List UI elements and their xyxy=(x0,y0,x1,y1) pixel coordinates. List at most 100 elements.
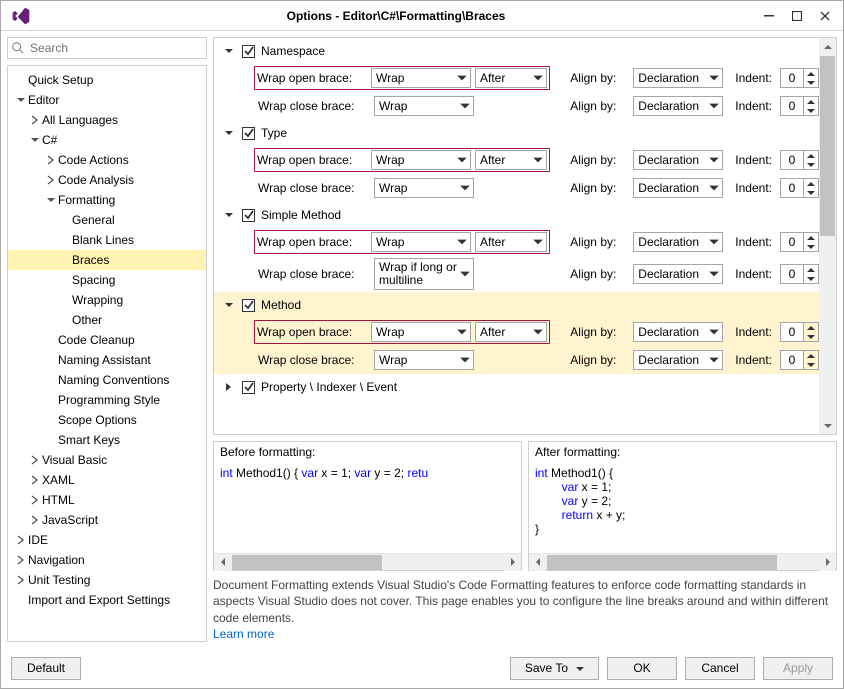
spin-up-icon[interactable] xyxy=(804,69,818,78)
tree-item-naming-conventions[interactable]: Naming Conventions xyxy=(8,370,206,390)
tree-item-code-actions[interactable]: Code Actions xyxy=(8,150,206,170)
wrap-close-dropdown[interactable]: Wrap xyxy=(374,350,474,370)
group-checkbox[interactable] xyxy=(242,299,255,312)
chevron-down-icon xyxy=(576,661,584,675)
titlebar: Options - Editor\C#\Formatting\Braces xyxy=(1,1,843,31)
scroll-thumb[interactable] xyxy=(820,56,835,236)
group-type: Type Wrap open brace: Wrap After Align b… xyxy=(214,120,819,202)
scroll-left-icon[interactable] xyxy=(529,554,546,571)
scroll-right-icon[interactable] xyxy=(819,554,836,571)
indent-spinner[interactable] xyxy=(780,350,819,370)
align-by-dropdown[interactable]: Declaration xyxy=(633,232,723,252)
minimize-button[interactable] xyxy=(755,5,783,27)
after-preview: After formatting: int Method1() { var x … xyxy=(528,441,837,571)
tree-item-javascript[interactable]: JavaScript xyxy=(8,510,206,530)
tree-item-code-analysis[interactable]: Code Analysis xyxy=(8,170,206,190)
scroll-down-icon[interactable] xyxy=(819,417,836,434)
scroll-right-icon[interactable] xyxy=(504,554,521,571)
wrap-open-dropdown[interactable]: Wrap xyxy=(371,232,471,252)
tree-item-formatting[interactable]: Formatting xyxy=(8,190,206,210)
tree-item-navigation[interactable]: Navigation xyxy=(8,550,206,570)
tree-item-other[interactable]: Other xyxy=(8,310,206,330)
collapse-toggle[interactable] xyxy=(222,298,236,312)
default-button[interactable]: Default xyxy=(11,657,81,680)
wrap-close-dropdown[interactable]: Wrap xyxy=(374,96,474,116)
wrap-close-dropdown[interactable]: Wrap xyxy=(374,178,474,198)
collapse-toggle[interactable] xyxy=(222,208,236,222)
wrap-open-dropdown[interactable]: Wrap xyxy=(371,322,471,342)
align-by-dropdown[interactable]: Declaration xyxy=(633,96,723,116)
collapse-toggle[interactable] xyxy=(222,126,236,140)
align-by-dropdown[interactable]: Declaration xyxy=(633,150,723,170)
align-by-dropdown[interactable]: Declaration xyxy=(633,264,723,284)
footer: Default Save To OK Cancel Apply xyxy=(1,648,843,688)
indent-spinner[interactable] xyxy=(780,68,819,88)
group-checkbox[interactable] xyxy=(242,209,255,222)
wrap-open-when-dropdown[interactable]: After xyxy=(475,150,547,170)
tree-item-xaml[interactable]: XAML xyxy=(8,470,206,490)
wrap-close-dropdown[interactable]: Wrap if long or multiline xyxy=(374,258,474,290)
vertical-scrollbar[interactable] xyxy=(819,38,836,434)
ok-button[interactable]: OK xyxy=(607,657,677,680)
scroll-thumb[interactable] xyxy=(547,555,777,570)
tree-item-editor[interactable]: Editor xyxy=(8,90,206,110)
align-by-dropdown[interactable]: Declaration xyxy=(633,322,723,342)
tree-item-quick-setup[interactable]: Quick Setup xyxy=(8,70,206,90)
search-input[interactable] xyxy=(7,37,207,59)
apply-button[interactable]: Apply xyxy=(763,657,833,680)
indent-spinner[interactable] xyxy=(780,178,819,198)
group-checkbox[interactable] xyxy=(242,381,255,394)
tree-item-scope-options[interactable]: Scope Options xyxy=(8,410,206,430)
tree-item-unit-testing[interactable]: Unit Testing xyxy=(8,570,206,590)
group-property: Property \ Indexer \ Event xyxy=(214,374,819,400)
save-to-button[interactable]: Save To xyxy=(510,657,599,680)
learn-more-link[interactable]: Learn more xyxy=(213,627,274,641)
group-checkbox[interactable] xyxy=(242,127,255,140)
wrap-open-dropdown[interactable]: Wrap xyxy=(371,150,471,170)
horizontal-scrollbar[interactable] xyxy=(214,553,521,570)
collapse-toggle[interactable] xyxy=(222,380,236,394)
tree-item-general[interactable]: General xyxy=(8,210,206,230)
spin-down-icon[interactable] xyxy=(804,78,818,87)
indent-spinner[interactable] xyxy=(780,232,819,252)
horizontal-scrollbar[interactable] xyxy=(529,553,836,570)
tree-item-braces[interactable]: Braces xyxy=(8,250,206,270)
tree-item-spacing[interactable]: Spacing xyxy=(8,270,206,290)
scroll-thumb[interactable] xyxy=(232,555,382,570)
indent-label: Indent: xyxy=(735,325,772,339)
align-by-dropdown[interactable]: Declaration xyxy=(633,68,723,88)
tree-item-html[interactable]: HTML xyxy=(8,490,206,510)
tree-item-ide[interactable]: IDE xyxy=(8,530,206,550)
wrap-open-when-dropdown[interactable]: After xyxy=(475,68,547,88)
window-title: Options - Editor\C#\Formatting\Braces xyxy=(37,9,755,23)
wrap-open-dropdown[interactable]: Wrap xyxy=(371,68,471,88)
wrap-open-when-dropdown[interactable]: After xyxy=(475,322,547,342)
tree-item-code-cleanup[interactable]: Code Cleanup xyxy=(8,330,206,350)
align-by-dropdown[interactable]: Declaration xyxy=(633,178,723,198)
scroll-left-icon[interactable] xyxy=(214,554,231,571)
scroll-up-icon[interactable] xyxy=(819,38,836,55)
align-by-dropdown[interactable]: Declaration xyxy=(633,350,723,370)
indent-spinner[interactable] xyxy=(780,96,819,116)
tree-item-smart-keys[interactable]: Smart Keys xyxy=(8,430,206,450)
close-button[interactable] xyxy=(811,5,839,27)
wrap-open-when-dropdown[interactable]: After xyxy=(475,232,547,252)
tree-item-programming-style[interactable]: Programming Style xyxy=(8,390,206,410)
indent-spinner[interactable] xyxy=(780,322,819,342)
indent-spinner[interactable] xyxy=(780,264,819,284)
group-title: Property \ Indexer \ Event xyxy=(261,380,397,394)
collapse-toggle[interactable] xyxy=(222,44,236,58)
tree-item-wrapping[interactable]: Wrapping xyxy=(8,290,206,310)
group-checkbox[interactable] xyxy=(242,45,255,58)
cancel-button[interactable]: Cancel xyxy=(685,657,755,680)
tree-item-blank-lines[interactable]: Blank Lines xyxy=(8,230,206,250)
tree-item-import-export[interactable]: Import and Export Settings xyxy=(8,590,206,610)
wrap-open-label: Wrap open brace: xyxy=(257,71,367,85)
tree-item-visual-basic[interactable]: Visual Basic xyxy=(8,450,206,470)
maximize-button[interactable] xyxy=(783,5,811,27)
tree-item-all-languages[interactable]: All Languages xyxy=(8,110,206,130)
indent-spinner[interactable] xyxy=(780,150,819,170)
tree-item-csharp[interactable]: C# xyxy=(8,130,206,150)
tree-item-naming-assistant[interactable]: Naming Assistant xyxy=(8,350,206,370)
options-tree[interactable]: Quick Setup Editor All Languages C# Code… xyxy=(7,65,207,642)
